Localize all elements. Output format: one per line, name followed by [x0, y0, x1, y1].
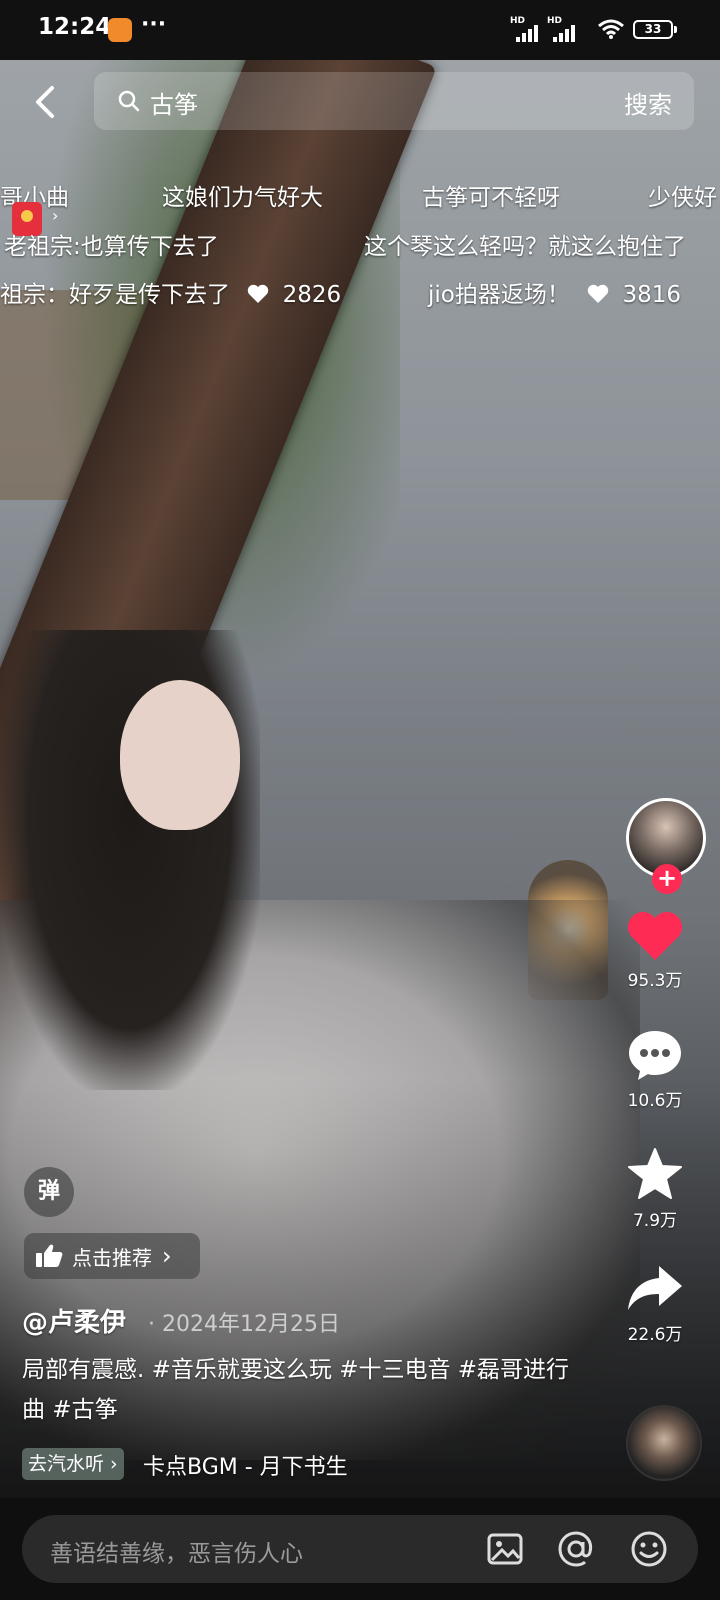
heart-icon	[587, 284, 609, 303]
heart-icon	[628, 912, 682, 960]
status-bar: 12:24 ··· HD HD 33	[0, 0, 720, 60]
share-icon	[628, 1266, 682, 1310]
comment-button[interactable]: 10.6万	[610, 1028, 700, 1111]
danmaku-toggle-button[interactable]: 弹	[24, 1167, 74, 1217]
like-count: 95.3万	[627, 971, 683, 991]
emoji-icon[interactable]	[630, 1530, 668, 1568]
favorite-button[interactable]: 7.9万	[610, 1146, 700, 1231]
music-disc[interactable]	[626, 1405, 702, 1481]
back-icon[interactable]	[28, 82, 64, 122]
thumbs-up-icon	[36, 1244, 63, 1267]
follow-button[interactable]: +	[652, 864, 682, 894]
author-name[interactable]: @卢柔伊	[22, 1302, 126, 1339]
danmaku-item: 少侠好	[648, 185, 717, 211]
date-text: 2024年12月25日	[162, 1312, 340, 1337]
at-icon[interactable]	[557, 1530, 595, 1568]
danmaku-text: jio拍器返场！	[428, 282, 570, 308]
performer-hair	[0, 630, 260, 1090]
favorite-count: 7.9万	[632, 1211, 678, 1231]
app-notification-icon	[108, 18, 132, 42]
image-icon[interactable]	[486, 1530, 524, 1568]
heart-icon	[248, 284, 269, 303]
danmaku-text: 祖宗：好歹是传下去了	[0, 282, 230, 308]
danmaku-likes: 2826	[282, 282, 342, 308]
danmaku-likes: 3816	[622, 282, 682, 308]
like-button[interactable]: 95.3万	[610, 910, 700, 991]
danmaku-item: 古筝可不轻呀	[422, 185, 560, 211]
share-count: 22.6万	[627, 1325, 683, 1345]
chevron-right-icon: ›	[162, 1242, 172, 1270]
comment-count: 10.6万	[627, 1091, 683, 1111]
music-app-tag[interactable]: 去汽水听 ›	[22, 1448, 124, 1480]
star-icon	[628, 1148, 682, 1199]
search-icon	[118, 90, 140, 112]
comment-placeholder[interactable]: 善语结善缘，恶言伤人心	[50, 1534, 303, 1568]
recommend-label: 点击推荐	[72, 1245, 152, 1270]
comment-icon	[629, 1031, 681, 1080]
post-date: · 2024年12月25日	[148, 1306, 340, 1338]
search-query[interactable]: 古筝	[150, 85, 198, 120]
song-title[interactable]: 卡点BGM - 月下书生	[143, 1449, 348, 1481]
recommend-button[interactable]: 点击推荐 ›	[24, 1233, 200, 1279]
status-time: 12:24	[38, 14, 112, 40]
post-caption[interactable]: 局部有震感. #音乐就要这么玩 #十三电音 #磊哥进行曲 #古筝	[22, 1350, 582, 1430]
battery-icon: 33	[633, 20, 677, 39]
danmaku-item: 这娘们力气好大	[162, 185, 323, 211]
danmaku-item: jio拍器返场！ 3816	[428, 275, 681, 309]
more-notifications-icon: ···	[141, 12, 167, 37]
danmaku-item: 这个琴这么轻吗？就这么抱住了	[364, 234, 686, 260]
share-button[interactable]: 22.6万	[610, 1262, 700, 1345]
search-button[interactable]: 搜索	[624, 85, 672, 120]
red-packet-arrow[interactable]: ›	[52, 206, 58, 225]
performer-face	[120, 680, 240, 830]
date-separator: ·	[148, 1312, 155, 1337]
danmaku-item: 老祖宗:也算传下去了	[4, 234, 219, 260]
wifi-icon	[598, 19, 624, 39]
danmaku-item: 祖宗：好歹是传下去了 2826	[0, 275, 341, 309]
